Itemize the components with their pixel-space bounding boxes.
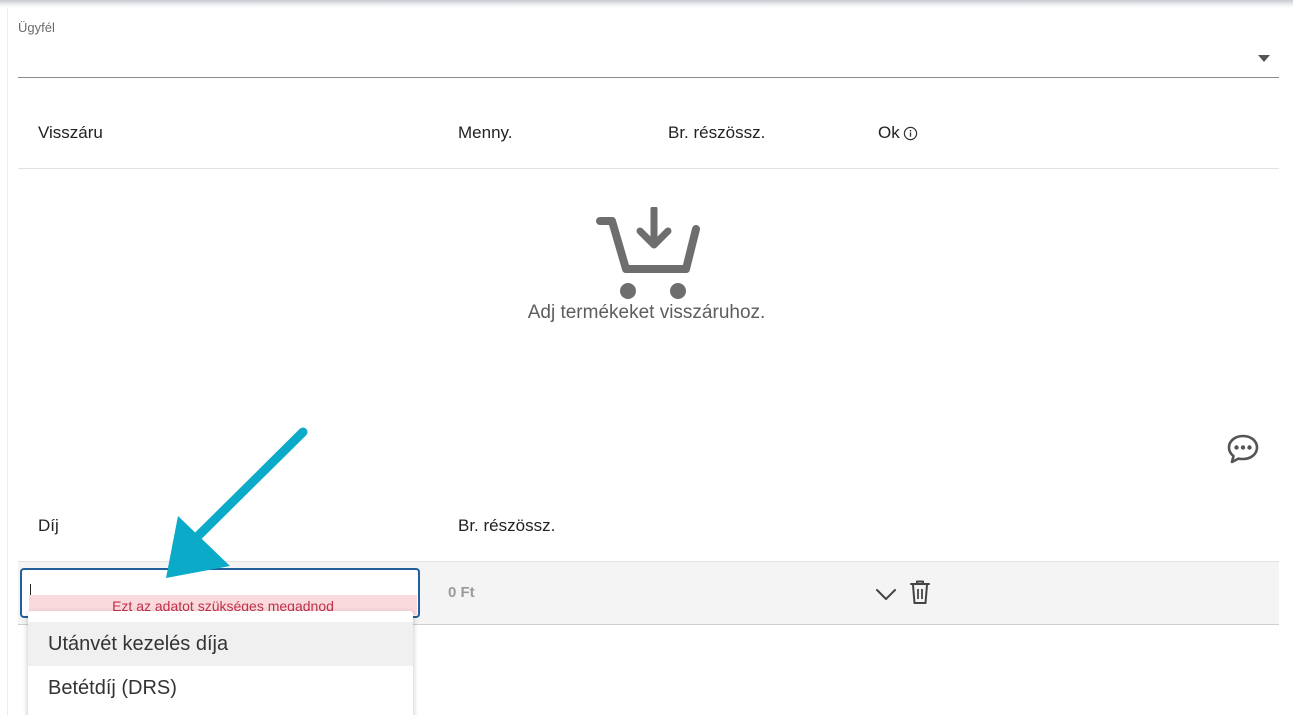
column-gross-subtotal: Br. részössz. — [668, 123, 766, 142]
chevron-down-icon[interactable] — [874, 582, 898, 606]
column-reason-label: Ok — [878, 123, 900, 142]
column-quantity: Menny. — [458, 123, 513, 142]
empty-state-message: Adj termékeket visszáruhoz. — [527, 302, 766, 323]
dropdown-top-gap — [28, 611, 413, 622]
column-fee-gross-subtotal: Br. részössz. — [458, 516, 556, 535]
top-shadow — [0, 0, 1293, 8]
comment-icon[interactable] — [1226, 432, 1260, 466]
fee-amount: 0 Ft — [448, 584, 475, 601]
fee-option-deposit-drs[interactable]: Betétdíj (DRS) — [28, 666, 413, 710]
cart-download-icon — [596, 207, 700, 299]
page: Ügyfél Visszáru Menny. Br. részössz. Ok … — [0, 0, 1293, 715]
left-divider — [7, 8, 8, 715]
column-fee: Díj — [38, 516, 59, 535]
customer-select[interactable]: Ügyfél — [18, 14, 1279, 78]
chevron-down-icon — [1258, 55, 1270, 62]
trash-icon[interactable] — [909, 579, 931, 605]
annotation-arrow — [166, 427, 308, 578]
column-returns: Visszáru — [38, 123, 103, 142]
fee-option-cod-handling[interactable]: Utánvét kezelés díja — [28, 622, 413, 666]
returns-table-header: Visszáru Menny. Br. részössz. Ok — [18, 100, 1279, 169]
customer-label: Ügyfél — [18, 20, 55, 35]
column-reason: Ok — [878, 123, 918, 143]
info-icon[interactable] — [903, 126, 918, 141]
fee-options-dropdown: Utánvét kezelés díja Betétdíj (DRS) — [28, 611, 413, 715]
